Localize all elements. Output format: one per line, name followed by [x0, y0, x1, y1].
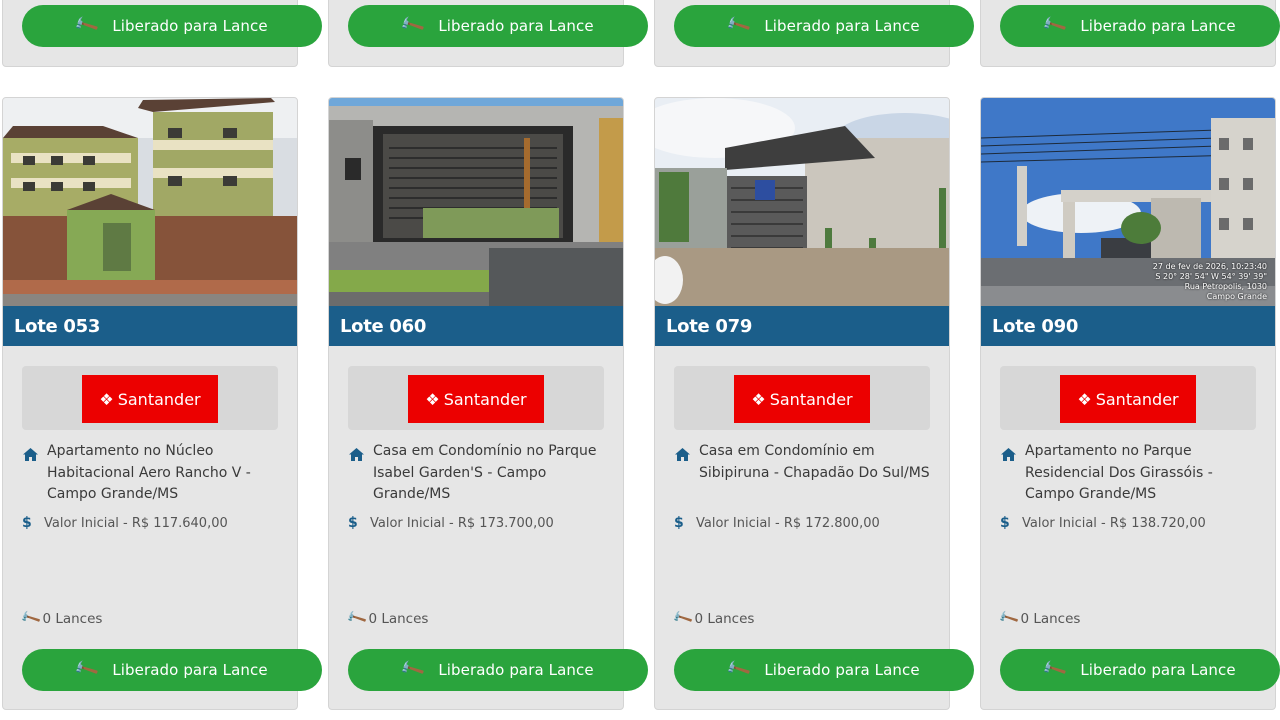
dollar-icon: $ [674, 515, 684, 531]
bid-button[interactable]: 🔨 Liberado para Lance [1000, 5, 1280, 47]
lot-card[interactable]: Lote 060 ❖ Santander Casa em Condomínio n… [328, 97, 624, 710]
home-icon [1001, 448, 1016, 461]
property-photo[interactable] [329, 98, 623, 306]
bank-logo-container: ❖ Santander [674, 366, 930, 430]
santander-logo: ❖ Santander [734, 375, 870, 423]
bids-count-label: 0 Lances [694, 611, 755, 627]
bids-count-label: 0 Lances [42, 611, 103, 627]
overlay-street: Rua Petropolis, 1030 [1184, 282, 1267, 291]
initial-value: Valor Inicial - R$ 138.720,00 [1022, 516, 1206, 531]
property-photo[interactable]: 27 de fev de 2026, 10:23:40 S 20° 28' 54… [981, 98, 1275, 306]
overlay-city: Campo Grande [1206, 292, 1267, 301]
property-title[interactable]: Apartamento no Núcleo Habitacional Aero … [47, 441, 283, 506]
bid-button-label: Liberado para Lance [112, 661, 268, 679]
bid-button-label: Liberado para Lance [112, 17, 268, 35]
bids-count-label: 0 Lances [1020, 611, 1081, 627]
santander-flame-icon: ❖ [1077, 389, 1092, 409]
gavel-icon: 🔨 [671, 607, 695, 631]
bid-button[interactable]: 🔨 Liberado para Lance [1000, 649, 1280, 691]
property-title[interactable]: Casa em Condomínio em Sibipiruna - Chapa… [699, 441, 935, 484]
gavel-icon: 🔨 [19, 607, 43, 631]
gavel-icon: 🔨 [72, 655, 101, 684]
bids-count: 🔨 0 Lances [671, 608, 755, 631]
santander-flame-icon: ❖ [99, 389, 114, 409]
property-photo[interactable] [655, 98, 949, 306]
santander-logo: ❖ Santander [1060, 375, 1196, 423]
bid-button[interactable]: 🔨 Liberado para Lance [22, 5, 322, 47]
photo-timestamp-overlay: 27 de fev de 2026, 10:23:40 S 20° 28' 54… [1153, 262, 1267, 302]
overlay-datetime: 27 de fev de 2026, 10:23:40 [1152, 262, 1267, 271]
santander-flame-icon: ❖ [751, 389, 766, 409]
gavel-icon: 🔨 [72, 11, 101, 40]
bank-logo-text: Santander [769, 389, 853, 409]
bids-count-label: 0 Lances [368, 611, 429, 627]
dollar-icon: $ [1000, 515, 1010, 531]
bids-count: 🔨 0 Lances [19, 608, 103, 631]
bid-button-label: Liberado para Lance [438, 661, 594, 679]
lot-number: Lote 053 [3, 306, 297, 346]
santander-logo: ❖ Santander [82, 375, 218, 423]
home-icon [675, 448, 690, 461]
gavel-icon: 🔨 [1040, 11, 1069, 40]
home-icon [23, 448, 38, 461]
lot-number: Lote 060 [329, 306, 623, 346]
initial-value: Valor Inicial - R$ 172.800,00 [696, 516, 880, 531]
bid-button-label: Liberado para Lance [764, 17, 920, 35]
lot-card[interactable]: 27 de fev de 2026, 10:23:40 S 20° 28' 54… [980, 97, 1276, 710]
bank-logo-container: ❖ Santander [1000, 366, 1256, 430]
gavel-icon: 🔨 [997, 607, 1021, 631]
bank-logo-text: Santander [1095, 389, 1179, 409]
bank-logo-container: ❖ Santander [348, 366, 604, 430]
property-title[interactable]: Casa em Condomínio no Parque Isabel Gard… [373, 441, 609, 506]
lot-card[interactable]: Lote 053 ❖ Santander Apartamento no Núcle… [2, 97, 298, 710]
initial-value: Valor Inicial - R$ 117.640,00 [44, 516, 228, 531]
property-photo[interactable] [3, 98, 297, 306]
overlay-coordinates: S 20° 28' 54" W 54° 39' 39" [1155, 272, 1267, 281]
bid-button[interactable]: 🔨 Liberado para Lance [348, 5, 648, 47]
dollar-icon: $ [348, 515, 358, 531]
bid-button-label: Liberado para Lance [1080, 17, 1236, 35]
bid-button-label: Liberado para Lance [764, 661, 920, 679]
dollar-icon: $ [22, 515, 32, 531]
santander-flame-icon: ❖ [425, 389, 440, 409]
bids-count: 🔨 0 Lances [997, 608, 1081, 631]
gavel-icon: 🔨 [398, 655, 427, 684]
bids-count: 🔨 0 Lances [345, 608, 429, 631]
santander-logo: ❖ Santander [408, 375, 544, 423]
gavel-icon: 🔨 [724, 655, 753, 684]
bank-logo-text: Santander [117, 389, 201, 409]
gavel-icon: 🔨 [1040, 655, 1069, 684]
gavel-icon: 🔨 [724, 11, 753, 40]
bank-logo-text: Santander [443, 389, 527, 409]
gavel-icon: 🔨 [345, 607, 369, 631]
home-icon [349, 448, 364, 461]
bank-logo-container: ❖ Santander [22, 366, 278, 430]
property-title[interactable]: Apartamento no Parque Residencial Dos Gi… [1025, 441, 1261, 506]
bid-button-label: Liberado para Lance [438, 17, 594, 35]
bid-button[interactable]: 🔨 Liberado para Lance [674, 5, 974, 47]
lot-number: Lote 090 [981, 306, 1275, 346]
auction-listing-grid: 🔨 Liberado para Lance 🔨 Liberado para Lanc… [0, 0, 1280, 720]
bid-button[interactable]: 🔨 Liberado para Lance [674, 649, 974, 691]
bid-button[interactable]: 🔨 Liberado para Lance [22, 649, 322, 691]
bid-button[interactable]: 🔨 Liberado para Lance [348, 649, 648, 691]
lot-card[interactable]: Lote 079 ❖ Santander Casa em Condomínio e… [654, 97, 950, 710]
lot-number: Lote 079 [655, 306, 949, 346]
initial-value: Valor Inicial - R$ 173.700,00 [370, 516, 554, 531]
gavel-icon: 🔨 [398, 11, 427, 40]
bid-button-label: Liberado para Lance [1080, 661, 1236, 679]
